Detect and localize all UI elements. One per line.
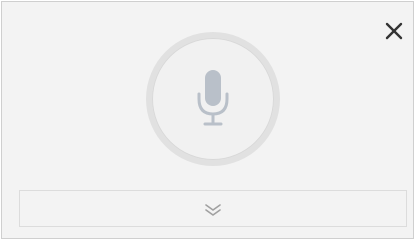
close-icon[interactable] [383, 20, 405, 42]
microphone-icon[interactable] [196, 69, 230, 129]
close-button[interactable] [383, 20, 405, 42]
double-chevron-down-icon[interactable] [204, 203, 222, 217]
expand-toggle[interactable] [19, 190, 407, 227]
